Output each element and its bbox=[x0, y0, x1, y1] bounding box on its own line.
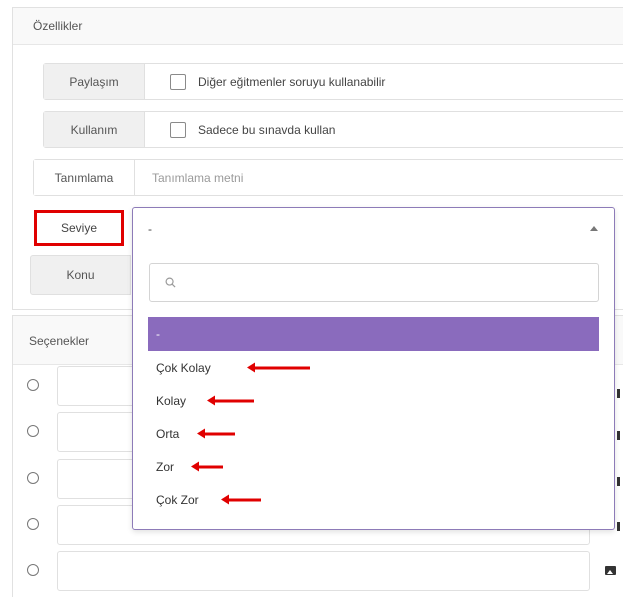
usage-label: Kullanım bbox=[44, 112, 145, 147]
share-row: Paylaşım Diğer eğitmenler soruyu kullana… bbox=[43, 63, 623, 100]
usage-checkbox[interactable] bbox=[170, 122, 186, 138]
level-label: Seviye bbox=[34, 210, 124, 246]
image-icon[interactable] bbox=[617, 389, 620, 398]
level-option-hard[interactable]: Zor bbox=[148, 450, 599, 483]
level-search-input[interactable] bbox=[149, 263, 599, 302]
level-option-label: Orta bbox=[156, 426, 180, 441]
share-label: Paylaşım bbox=[44, 64, 145, 99]
level-option-very-easy[interactable]: Çok Kolay bbox=[148, 351, 599, 384]
level-select-value: - bbox=[148, 222, 152, 236]
share-checkbox[interactable] bbox=[170, 74, 186, 90]
answer-radio[interactable] bbox=[27, 379, 39, 391]
annotation-arrow bbox=[221, 494, 261, 504]
properties-header: Özellikler bbox=[13, 8, 623, 45]
annotation-arrow bbox=[191, 461, 223, 471]
answer-radio[interactable] bbox=[27, 425, 39, 437]
definition-row: Tanımlama Tanımlama metni bbox=[33, 159, 623, 196]
level-option-label: Zor bbox=[156, 459, 174, 474]
properties-title: Özellikler bbox=[33, 19, 83, 33]
annotation-arrow bbox=[197, 428, 235, 438]
level-option-very-hard[interactable]: Çok Zor bbox=[148, 483, 599, 516]
level-select[interactable]: - - Çok Kolay Kolay Orta Zor Çok Zor bbox=[132, 207, 615, 530]
level-option-label: Çok Kolay bbox=[156, 360, 211, 375]
level-option-easy[interactable]: Kolay bbox=[148, 384, 599, 417]
annotation-arrow bbox=[247, 362, 310, 372]
answer-input[interactable] bbox=[57, 551, 590, 591]
level-option-label: Çok Zor bbox=[156, 492, 199, 507]
level-options-list: - Çok Kolay Kolay Orta Zor Çok Zor bbox=[148, 317, 599, 516]
annotation-arrow bbox=[207, 395, 254, 405]
level-option-medium[interactable]: Orta bbox=[148, 417, 599, 450]
share-checkbox-text[interactable]: Diğer eğitmenler soruyu kullanabilir bbox=[198, 75, 385, 89]
answer-radio[interactable] bbox=[27, 472, 39, 484]
answer-radio[interactable] bbox=[27, 564, 39, 576]
image-icon[interactable] bbox=[617, 522, 620, 531]
answer-radio[interactable] bbox=[27, 518, 39, 530]
definition-label: Tanımlama bbox=[34, 160, 135, 195]
usage-checkbox-text[interactable]: Sadece bu sınavda kullan bbox=[198, 123, 335, 137]
options-title: Seçenekler bbox=[29, 334, 90, 348]
image-icon[interactable] bbox=[605, 566, 616, 575]
image-icon[interactable] bbox=[617, 431, 620, 440]
level-option-none[interactable]: - bbox=[148, 317, 599, 351]
search-icon bbox=[165, 277, 176, 288]
level-option-label: Kolay bbox=[156, 393, 187, 408]
usage-row: Kullanım Sadece bu sınavda kullan bbox=[43, 111, 623, 148]
image-icon[interactable] bbox=[617, 477, 620, 486]
answer-row bbox=[13, 551, 616, 591]
definition-input[interactable]: Tanımlama metni bbox=[152, 171, 243, 185]
topic-label: Konu bbox=[30, 255, 131, 295]
chevron-up-icon[interactable] bbox=[590, 226, 598, 231]
